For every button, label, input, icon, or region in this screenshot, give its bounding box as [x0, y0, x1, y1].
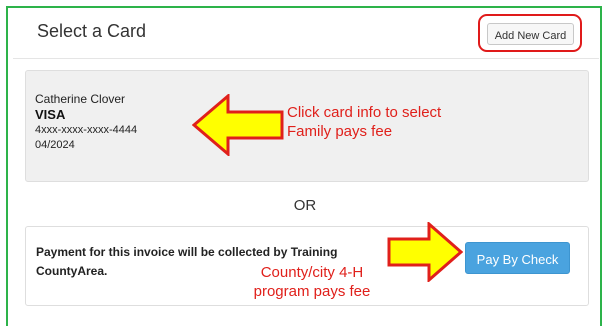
card-holder-name[interactable]: Catherine Clover [35, 92, 125, 106]
family-note-line-2: Family pays fee [287, 123, 393, 140]
county-note-line-1: County/city 4-H [260, 264, 364, 281]
check-payment-line-1: Payment for this invoice will be collect… [36, 245, 338, 259]
card-expiration[interactable]: 04/2024 [35, 139, 75, 151]
page-title: Select a Card [37, 21, 147, 41]
arrow-right-icon [387, 222, 463, 282]
card-number[interactable]: 4xxx-xxxx-xxxx-4444 [35, 124, 137, 136]
pay-by-check-button[interactable]: Pay By Check [465, 242, 570, 274]
or-separator: OR [293, 197, 317, 214]
header-divider [13, 58, 599, 59]
family-pays-note: Click card info to select Family pays fe… [287, 103, 487, 141]
card-brand[interactable]: VISA [35, 107, 65, 122]
arrow-left-icon [192, 94, 284, 156]
county-pays-note: County/city 4-H program pays fee [227, 263, 397, 301]
family-note-line-1: Click card info to select [287, 104, 442, 121]
county-note-line-2: program pays fee [253, 283, 371, 300]
add-card-highlight-outline [478, 14, 582, 52]
